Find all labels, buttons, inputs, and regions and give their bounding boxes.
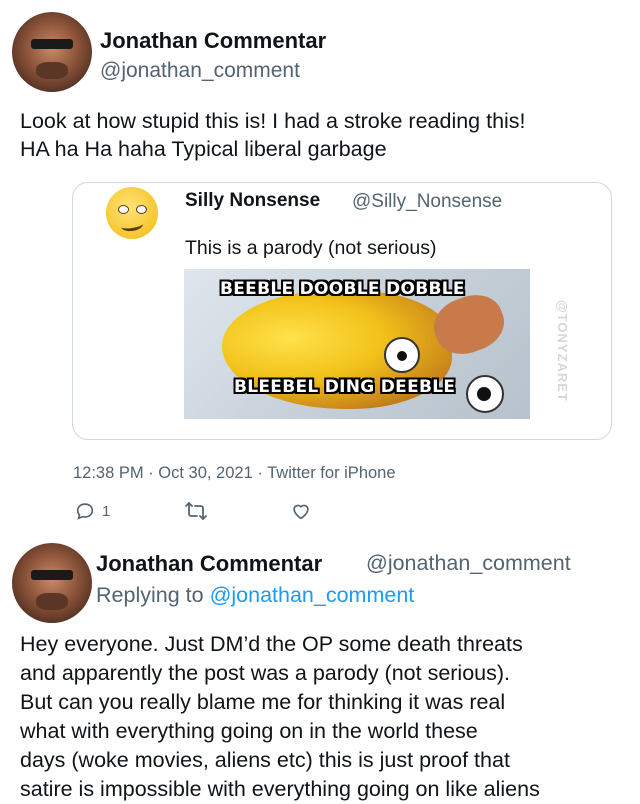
reply-author-handle[interactable]: @jonathan_comment bbox=[366, 551, 571, 576]
author-name[interactable]: Jonathan Commentar bbox=[100, 28, 326, 54]
reply-author-avatar[interactable] bbox=[12, 543, 92, 623]
reply-body: Hey everyone. Just DM’d the OP some deat… bbox=[20, 630, 540, 804]
retweet-button[interactable] bbox=[184, 500, 208, 522]
like-button[interactable] bbox=[290, 500, 312, 522]
reply-line: what with everything going on in the wor… bbox=[20, 719, 478, 743]
meme-caption-bottom: BLEEBEL DING DEEBLE bbox=[234, 377, 456, 397]
replying-to-line: Replying to @jonathan_comment bbox=[96, 583, 414, 608]
tweet-timestamp[interactable]: 12:38 PM · Oct 30, 2021 · Twitter for iP… bbox=[73, 464, 396, 483]
author-avatar[interactable] bbox=[12, 12, 92, 92]
quoted-tweet-text: This is a parody (not serious) bbox=[185, 237, 437, 259]
reply-line: and apparently the post was a parody (no… bbox=[20, 661, 511, 685]
reply-icon bbox=[74, 500, 96, 522]
reply-line: days (woke movies, aliens etc) this is j… bbox=[20, 748, 510, 772]
quoted-author-handle[interactable]: @Silly_Nonsense bbox=[352, 191, 502, 213]
reply-line: But can you really blame me for thinking… bbox=[20, 690, 506, 714]
reply-line: Hey everyone. Just DM’d the OP some deat… bbox=[20, 632, 523, 656]
replying-to-label: Replying to bbox=[96, 583, 204, 607]
reply-count: 1 bbox=[102, 502, 111, 520]
heart-icon bbox=[290, 500, 312, 522]
reply-button[interactable]: 1 bbox=[74, 500, 110, 522]
reply-author-name[interactable]: Jonathan Commentar bbox=[96, 551, 322, 577]
quoted-author-avatar-emoji-icon[interactable] bbox=[106, 187, 158, 239]
tweet-line: HA ha Ha haha Typical liberal garbage bbox=[20, 137, 387, 161]
meme-caption-top: BEEBLE DOOBLE DOBBLE bbox=[220, 279, 465, 299]
quoted-tweet-image[interactable]: BEEBLE DOOBLE DOBBLE BLEEBEL DING DEEBLE bbox=[184, 269, 530, 419]
tweet-line: Look at how stupid this is! I had a stro… bbox=[20, 109, 526, 133]
image-watermark: @TONYZARET bbox=[555, 300, 570, 402]
author-handle[interactable]: @jonathan_comment bbox=[100, 59, 300, 83]
reply-line: satire is impossible with everything goi… bbox=[20, 777, 540, 801]
tweet-body: Look at how stupid this is! I had a stro… bbox=[20, 107, 630, 163]
quoted-author-name[interactable]: Silly Nonsense bbox=[185, 190, 320, 212]
retweet-icon bbox=[184, 500, 208, 522]
replying-to-handle-link[interactable]: @jonathan_comment bbox=[210, 583, 415, 607]
